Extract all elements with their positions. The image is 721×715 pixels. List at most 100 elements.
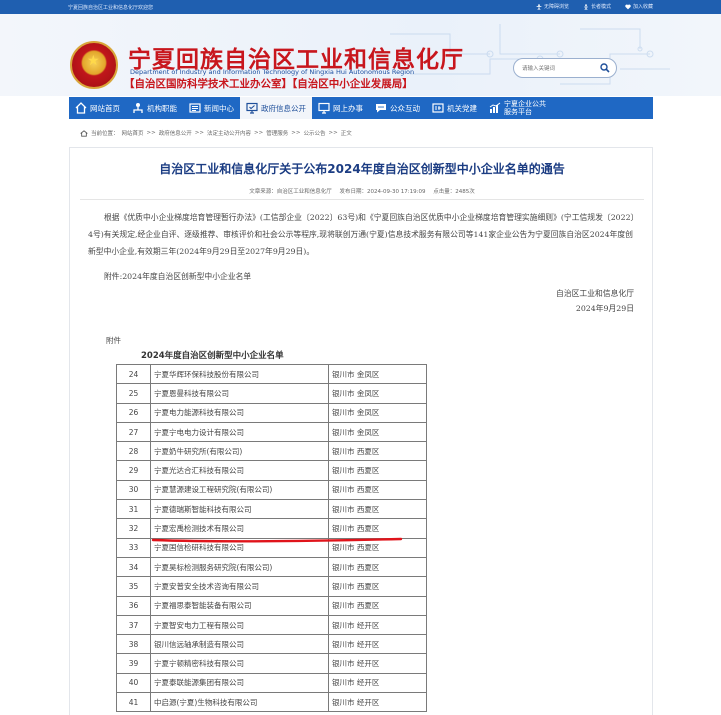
nav-interaction[interactable]: 公众互动: [369, 97, 426, 119]
search-input[interactable]: [522, 63, 594, 74]
article-meta: 文章来源：自治区工业和信息化厅 发布日期：2024-09-30 17:19:09…: [70, 187, 654, 195]
breadcrumb-home[interactable]: 网站首页: [122, 129, 144, 137]
company-name: 宁夏光达合汇科技有限公司: [150, 460, 329, 481]
row-number: 38: [116, 634, 151, 655]
nav-gov-info[interactable]: 政府信息公开: [240, 97, 312, 119]
gov-info-icon: [246, 102, 258, 114]
breadcrumb-announcements[interactable]: 公示公告: [303, 129, 325, 137]
favorite-label: 加入收藏: [632, 4, 653, 10]
nav-org-label: 机构职能: [147, 103, 177, 113]
national-emblem-logo: [70, 41, 118, 89]
row-number: 31: [116, 499, 151, 520]
table-row: 31 宁夏德瑞斯智能科技有限公司 银川市 西夏区: [116, 499, 427, 520]
nav-home-label: 网站首页: [90, 103, 120, 113]
row-number: 27: [116, 421, 151, 443]
table-row: 28 宁夏奶牛研究所(有限公司) 银川市 西夏区: [116, 441, 427, 462]
party-icon: [432, 103, 444, 113]
breadcrumb-prefix: 当前位置：: [91, 131, 119, 137]
attachment-link[interactable]: 附件:2024年度自治区创新型中小企业名单: [104, 271, 251, 282]
interaction-icon: [376, 104, 386, 113]
breadcrumb-gov-info[interactable]: 政府信息公开: [159, 129, 192, 137]
company-name: 宁夏电力能源科技有限公司: [150, 402, 329, 423]
row-number: 24: [116, 363, 151, 385]
site-header: 宁夏回族自治区工业和信息化厅 Department of Industry an…: [0, 14, 721, 96]
company-area: 银川市 经开区: [328, 653, 427, 674]
company-area: 银川市 金凤区: [328, 421, 427, 443]
table-row: 27 宁夏宁电电力设计有限公司 银川市 金凤区: [116, 421, 427, 443]
home-icon: [75, 102, 87, 114]
elder-mode-link[interactable]: 长者模式: [583, 3, 611, 10]
accessibility-label: 无障碍浏览: [543, 4, 569, 10]
company-area: 银川市 西夏区: [328, 479, 427, 501]
breadcrumb-management[interactable]: 管理服务: [266, 129, 288, 137]
row-number: 37: [116, 614, 151, 636]
breadcrumb-sep: >>: [328, 130, 338, 136]
row-number: 39: [116, 653, 151, 674]
company-area: 银川市 西夏区: [328, 576, 427, 597]
table-row: 30 宁夏慧源建设工程研究院(有限公司) 银川市 西夏区: [116, 479, 427, 501]
row-number: 41: [116, 692, 151, 713]
table-row: 26 宁夏电力能源科技有限公司 银川市 金凤区: [116, 402, 427, 423]
nav-online-service[interactable]: 网上办事: [312, 97, 369, 119]
signature-date: 2024年9月29日: [575, 304, 634, 313]
search-icon[interactable]: [600, 63, 610, 73]
favorite-link[interactable]: 加入收藏: [625, 3, 653, 10]
row-number: 29: [116, 460, 151, 481]
elder-mode-icon: [584, 3, 588, 10]
row-number: 26: [116, 402, 151, 423]
table-row: 37 宁夏智安电力工程有限公司 银川市 经开区: [116, 614, 427, 636]
breadcrumb-legal-disclosure[interactable]: 法定主动公开内容: [207, 129, 251, 137]
nav-sme-platform-line2: 服务平台: [504, 108, 532, 116]
company-name: 宁夏德瑞斯智能科技有限公司: [150, 499, 329, 520]
breadcrumb: 当前位置： 网站首页 >> 政府信息公开 >> 法定主动公开内容 >> 管理服务…: [80, 129, 352, 137]
table-row: 34 宁夏昊标检测服务研究院(有限公司) 银川市 西夏区: [116, 556, 427, 578]
company-area: 银川市 西夏区: [328, 460, 427, 481]
article-container: 自治区工业和信息化厅关于公布2024年度自治区创新型中小企业名单的通告 文章来源…: [69, 147, 653, 715]
home-location-icon: [80, 129, 88, 137]
article-source: 文章来源：自治区工业和信息化厅: [249, 189, 332, 195]
nav-interaction-label: 公众互动: [390, 103, 420, 113]
nav-party[interactable]: 机关党建: [426, 97, 483, 119]
nav-home[interactable]: 网站首页: [69, 97, 126, 119]
divider: [80, 199, 644, 200]
breadcrumb-sep: >>: [254, 130, 264, 136]
breadcrumb-sep: >>: [146, 130, 156, 136]
company-name: 宁夏智安电力工程有限公司: [150, 614, 329, 636]
accessibility-link[interactable]: 无障碍浏览: [536, 3, 569, 10]
table-row: 41 中启源(宁夏)生物科技有限公司 银川市 经开区: [116, 692, 427, 713]
table-row: 39 宁夏宁顿精密科技有限公司 银川市 经开区: [116, 653, 427, 674]
company-name: 宁夏福思泰智能装备有限公司: [150, 595, 329, 616]
article-views: 点击量：2485次: [433, 189, 475, 195]
row-number: 33: [116, 537, 151, 558]
accessibility-icon: [536, 3, 542, 10]
breadcrumb-sep: >>: [291, 130, 301, 136]
table-row: 35 宁夏安普安全技术咨询有限公司 银川市 西夏区: [116, 576, 427, 597]
nav-news[interactable]: 新闻中心: [183, 97, 240, 119]
online-service-icon: [318, 102, 330, 114]
red-highlight-underline: [151, 537, 403, 543]
company-area: 银川市 经开区: [328, 634, 427, 655]
company-name: 宁夏奶牛研究所(有限公司): [150, 441, 329, 462]
row-number: 36: [116, 595, 151, 616]
nav-sme-platform-label: 宁夏企业公共 服务平台: [504, 100, 546, 116]
article-date: 发布日期：2024-09-30 17:19:09: [339, 189, 426, 195]
nav-sme-platform-line1: 宁夏企业公共: [504, 100, 546, 108]
row-number: 40: [116, 672, 151, 694]
company-area: 银川市 西夏区: [328, 499, 427, 520]
nav-news-label: 新闻中心: [204, 103, 234, 113]
company-name: 中启源(宁夏)生物科技有限公司: [150, 692, 329, 713]
company-area: 银川市 经开区: [328, 672, 427, 694]
table-row: 29 宁夏光达合汇科技有限公司 银川市 西夏区: [116, 460, 427, 481]
table-row: 24 宁夏华辉环保科技股份有限公司 银川市 金凤区: [116, 363, 427, 385]
welcome-text: 宁夏回族自治区工业和信息化厅欢迎您: [68, 5, 154, 11]
table-row: 40 宁夏泰联能源集团有限公司 银川市 经开区: [116, 672, 427, 694]
breadcrumb-current: 正文: [340, 131, 352, 137]
row-number: 25: [116, 383, 151, 404]
signature-org: 自治区工业和信息化厅: [556, 289, 634, 298]
breadcrumb-sep: >>: [194, 130, 204, 136]
company-area: 银川市 金凤区: [328, 402, 427, 423]
nav-sme-platform[interactable]: 宁夏企业公共 服务平台: [483, 97, 552, 119]
attachment-label: 附件: [106, 336, 121, 345]
nav-org[interactable]: 机构职能: [126, 97, 183, 119]
company-name: 宁夏泰联能源集团有限公司: [150, 672, 329, 694]
